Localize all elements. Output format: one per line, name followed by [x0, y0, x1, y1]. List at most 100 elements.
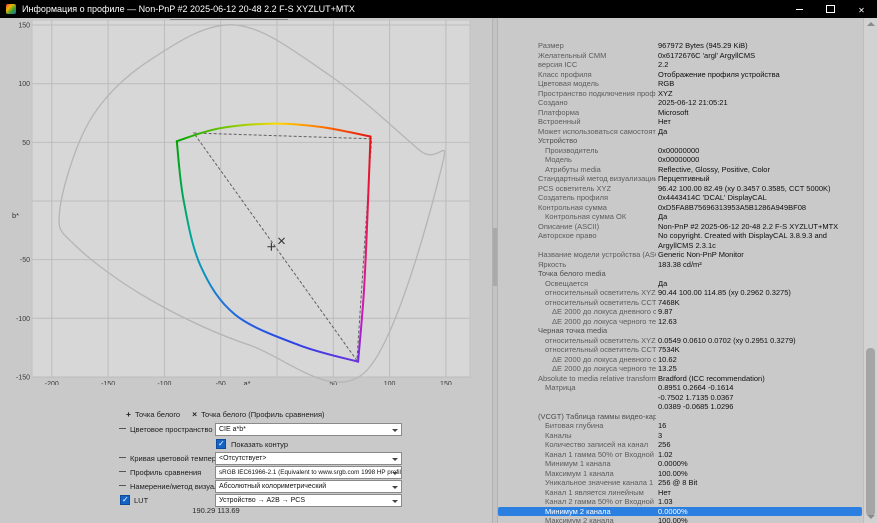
property-value: 0x00000000 [658, 146, 699, 156]
property-value: ArgyllCMS 2.3.1c [658, 241, 716, 251]
property-label: Стандартный метод визуализации [538, 174, 656, 184]
property-label: Максимум 1 канала [545, 469, 656, 479]
property-label: относительный осветитель CCT [545, 345, 656, 355]
temperature-curve-row: Кривая цветовой температуры <Отсутствует… [0, 452, 492, 465]
property-row[interactable]: относительный осветитель XYZ0.0549 0.061… [498, 336, 862, 346]
property-row[interactable]: ΔE 2000 до локуса дневного света10.62 [498, 355, 862, 365]
property-row[interactable]: Описание (ASCII)Non-PnP #2 2025-06-12 20… [498, 222, 862, 232]
property-row[interactable]: Стандартный метод визуализацииПерцептивн… [498, 174, 862, 184]
property-value: Да [658, 212, 667, 222]
property-row[interactable]: ПлатформаMicrosoft [498, 108, 862, 118]
maximize-button[interactable] [815, 0, 846, 18]
property-row[interactable]: ΔE 2000 до локуса черного тела13.25 [498, 364, 862, 374]
property-row[interactable]: Авторское правоNo copyright. Created wit… [498, 231, 862, 241]
property-row[interactable]: Канал 1 является линейнымНет [498, 488, 862, 498]
property-row[interactable]: Матрица0.8951 0.2664 -0.1614 [498, 383, 862, 393]
property-row[interactable]: Создано2025-06-12 21:05:21 [498, 98, 862, 108]
property-value: XYZ [658, 89, 673, 99]
property-row[interactable]: ArgyllCMS 2.3.1c [498, 241, 862, 251]
property-row[interactable]: относительный осветитель CCT7468K [498, 298, 862, 308]
property-value: 9.87 [658, 307, 673, 317]
cross-marker-icon: × [192, 409, 197, 419]
property-row[interactable]: Количество записей на канал256 [498, 440, 862, 450]
property-row[interactable]: Желательный CMM0x6172676C 'argl' ArgyllC… [498, 51, 862, 61]
lut-checkbox[interactable] [120, 495, 130, 505]
property-section-row[interactable]: Точка белого media [498, 269, 862, 279]
property-row[interactable]: ОсвещаетсяДа [498, 279, 862, 289]
property-row[interactable]: Яркость183.38 cd/m² [498, 260, 862, 270]
property-value: Non-PnP #2 2025-06-12 20-48 2.2 F-S XYZL… [658, 222, 838, 232]
property-row[interactable]: Пространство подключения профиля (PCS)XY… [498, 89, 862, 99]
property-value: 0.0000% [658, 459, 688, 469]
property-row[interactable]: Максимум 1 канала100.00% [498, 469, 862, 479]
dash-icon [119, 485, 126, 486]
property-row[interactable]: Модель0x00000000 [498, 155, 862, 165]
show-outline-checkbox[interactable] [216, 439, 226, 449]
property-value: 0x00000000 [658, 155, 699, 165]
property-section-row[interactable]: (VCGT) Таблица гаммы видео-карты [498, 412, 862, 422]
temperature-curve-dropdown[interactable]: <Отсутствует> [215, 452, 402, 465]
property-row[interactable]: Максимум 2 канала100.00% [498, 516, 862, 523]
property-row[interactable]: Может использоваться самостоятельноДа [498, 127, 862, 137]
property-row[interactable]: Канал 2 гамма 50% от Входной1.03 [498, 497, 862, 507]
property-label: ΔE 2000 до локуса дневного света [552, 355, 656, 365]
property-row[interactable]: Канал 1 гамма 50% от Входной1.02 [498, 450, 862, 460]
property-row[interactable]: Каналы3 [498, 431, 862, 441]
legend-white-point-comparison[interactable]: × Точка белого (Профиль сравнения) [192, 409, 324, 419]
property-row[interactable]: относительный осветитель XYZ90.44 100.00… [498, 288, 862, 298]
property-row[interactable]: ΔE 2000 до локуса дневного света9.87 [498, 307, 862, 317]
property-row[interactable]: Производитель0x00000000 [498, 146, 862, 156]
property-row[interactable]: 0.0389 -0.0685 1.0296 [498, 402, 862, 412]
properties-scrollbar[interactable] [863, 18, 877, 523]
property-row[interactable]: ΔE 2000 до локуса черного тела12.63 [498, 317, 862, 327]
close-button[interactable] [846, 0, 877, 18]
property-row[interactable]: Битовая глубина16 [498, 421, 862, 431]
y-tick-label: -150 [16, 374, 30, 381]
legend-white-point[interactable]: + Точка белого [126, 409, 180, 419]
property-row[interactable]: Класс профиляОтображение профиля устройс… [498, 70, 862, 80]
gamut-chart[interactable]: -200-150-100-505010015015010050-50-100-1… [10, 20, 480, 385]
comparison-profile-row: Профиль сравнения sRGB IEC61966-2.1 (Equ… [0, 466, 492, 479]
property-row[interactable]: Контрольная сумма ОКДа [498, 212, 862, 222]
property-row[interactable]: Уникальное значение канала 1256 @ 8 Bit [498, 478, 862, 488]
close-icon [858, 0, 865, 18]
property-row[interactable]: PCS осветитель XYZ96.42 100.00 82.49 (xy… [498, 184, 862, 194]
dash-icon [119, 471, 126, 472]
property-value: 0.0389 -0.0685 1.0296 [658, 402, 733, 412]
property-row[interactable]: Создатель профиля0x4443414C 'DCAL' Displ… [498, 193, 862, 203]
property-label: версия ICC [538, 60, 656, 70]
y-axis-title: b* [12, 211, 19, 220]
property-label: Производитель [545, 146, 656, 156]
scroll-down-icon[interactable] [867, 515, 875, 519]
property-section-row[interactable]: Устройство [498, 136, 862, 146]
show-outline-label: Показать контур [231, 440, 288, 449]
x-tick-label: 150 [440, 381, 452, 385]
profile-info-window: Информация о профиле — Non-PnP #2 2025-0… [0, 0, 877, 523]
property-row[interactable]: Absolute to media relative transformBrad… [498, 374, 862, 384]
property-value: 1.03 [658, 497, 673, 507]
property-row[interactable]: Атрибуты mediaReflective, Glossy, Positi… [498, 165, 862, 175]
property-value: Bradford (ICC recommendation) [658, 374, 765, 384]
property-label: ΔE 2000 до локуса черного тела [552, 317, 656, 327]
property-row[interactable]: Контрольная сумма0xD5FA8B75696313953A5B1… [498, 203, 862, 213]
property-row[interactable]: ВстроенныйНет [498, 117, 862, 127]
divider-thumb[interactable] [493, 228, 497, 286]
minimize-button[interactable] [784, 0, 815, 18]
colorspace-dropdown[interactable]: CIE a*b* [215, 423, 402, 436]
rendering-intent-dropdown[interactable]: Абсолютный колориметрический [215, 480, 402, 493]
property-row[interactable]: Название модели устройства (ASCII)Generi… [498, 250, 862, 260]
property-row[interactable]: -0.7502 1.7135 0.0367 [498, 393, 862, 403]
property-label: ΔE 2000 до локуса дневного света [552, 307, 656, 317]
property-row[interactable]: Цветовая модельRGB [498, 79, 862, 89]
property-row[interactable]: Минимум 1 канала0.0000% [498, 459, 862, 469]
property-section-row[interactable]: Черная точка media [498, 326, 862, 336]
property-label: ΔE 2000 до локуса черного тела [552, 364, 656, 374]
scroll-up-icon[interactable] [867, 22, 875, 26]
scrollbar-thumb[interactable] [866, 348, 875, 516]
property-row[interactable]: относительный осветитель CCT7534K [498, 345, 862, 355]
property-row[interactable]: Минимум 2 канала0.0000% [498, 507, 862, 517]
property-row[interactable]: версия ICC2.2 [498, 60, 862, 70]
property-row[interactable]: Размер967972 Bytes (945.29 KiB) [498, 41, 862, 51]
comparison-profile-dropdown[interactable]: sRGB IEC61966-2.1 (Equivalent to www.srg… [215, 466, 402, 479]
property-label: Цветовая модель [538, 79, 656, 89]
